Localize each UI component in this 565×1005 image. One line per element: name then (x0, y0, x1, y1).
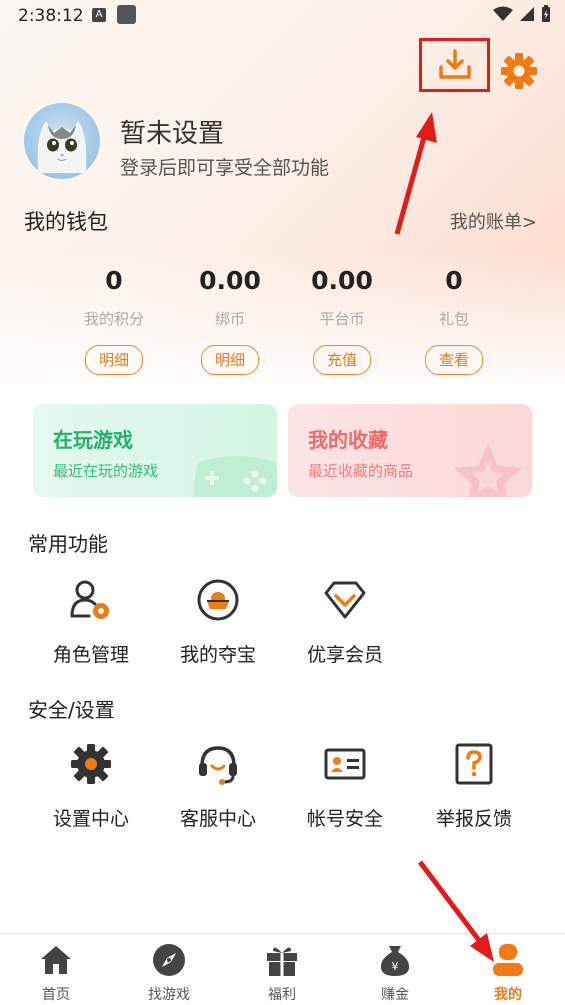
tab-welfare[interactable]: 福利 (242, 942, 322, 1004)
tab-label: 我的 (494, 987, 522, 1003)
gear-icon (71, 744, 111, 784)
security-settings-title: 安全/设置 (28, 698, 115, 722)
wallet-label: 礼包 (438, 310, 469, 328)
wallet-title: 我的钱包 (24, 210, 108, 234)
common-functions-title: 常用功能 (28, 532, 108, 556)
status-bar: 2:38:12 A (0, 0, 565, 32)
card-subtitle: 最近收藏的商品 (308, 462, 414, 480)
wifi-icon (493, 6, 513, 21)
star-icon (454, 444, 522, 497)
gift-view-button[interactable]: 查看 (425, 345, 483, 375)
wallet-value: 0 (445, 266, 463, 295)
item-label: 帐号安全 (306, 808, 383, 830)
points-detail-button[interactable]: 明细 (85, 345, 143, 375)
wallet-value: 0.00 (311, 266, 373, 295)
question-icon (455, 743, 493, 785)
favorites-card[interactable]: 我的收藏 最近收藏的商品 (288, 404, 532, 497)
playing-games-card[interactable]: 在玩游戏 最近在玩的游戏 (33, 404, 277, 497)
status-right (493, 5, 551, 23)
card-title: 我的收藏 (308, 428, 388, 452)
item-label: 优享会员 (306, 644, 383, 666)
wallet-label: 平台币 (319, 310, 365, 328)
tab-label: 福利 (268, 987, 296, 1003)
settings-center-item[interactable]: 设置中心 (36, 738, 146, 831)
headset-icon (199, 746, 237, 785)
keyboard-a-icon: A (92, 8, 106, 22)
wallet-value: 0 (105, 266, 123, 295)
bound-coin-detail-button[interactable]: 明细 (201, 345, 259, 375)
cat-avatar-icon (37, 121, 87, 173)
wallet-points: 0 我的积分 明细 (59, 266, 169, 375)
customer-service-item[interactable]: 客服中心 (163, 738, 273, 831)
tab-label: 首页 (42, 987, 70, 1003)
wallet-value: 0.00 (199, 266, 261, 295)
card-title: 在玩游戏 (53, 428, 133, 452)
my-treasure-item[interactable]: 我的夺宝 (163, 574, 273, 667)
profile-subtitle[interactable]: 登录后即可享受全部功能 (120, 153, 329, 180)
diamond-icon (324, 581, 366, 619)
user-icon (493, 944, 523, 976)
profile-name[interactable]: 暂未设置 (120, 113, 224, 150)
vip-member-item[interactable]: 优享会员 (290, 574, 400, 667)
item-label: 角色管理 (52, 644, 129, 666)
svg-text:¥: ¥ (392, 960, 399, 973)
download-button[interactable] (419, 38, 490, 92)
tab-home[interactable]: 首页 (16, 942, 96, 1004)
role-icon (70, 580, 109, 619)
wallet-gift: 0 礼包 查看 (399, 266, 509, 375)
wallet-label: 我的积分 (83, 310, 144, 328)
role-management-item[interactable]: 角色管理 (36, 574, 146, 667)
tab-label: 赚金 (381, 987, 409, 1003)
notification-square-icon (117, 5, 136, 24)
avatar[interactable] (24, 103, 100, 179)
report-feedback-item[interactable]: 举报反馈 (419, 738, 529, 831)
wallet-platform-coin: 0.00 平台币 充值 (287, 266, 397, 375)
home-icon (41, 946, 71, 974)
signal-icon (520, 7, 534, 21)
my-bill-link[interactable]: 我的账单> (450, 208, 537, 234)
tab-mine[interactable]: 我的 (468, 942, 548, 1004)
tab-find-games[interactable]: 找游戏 (129, 942, 209, 1004)
recharge-button[interactable]: 充值 (313, 345, 371, 375)
battery-icon (542, 5, 550, 22)
download-icon (438, 49, 471, 79)
wallet-label: 绑币 (214, 310, 245, 328)
treasure-icon (197, 579, 239, 621)
settings-gear-button[interactable] (500, 52, 538, 90)
card-subtitle: 最近在玩的游戏 (53, 462, 159, 480)
wallet-bound-coin: 0.00 绑币 明细 (175, 266, 285, 375)
compass-icon (153, 944, 185, 976)
item-label: 我的夺宝 (179, 644, 256, 666)
money-bag-icon: ¥ (380, 946, 410, 976)
status-time: 2:38:12 (18, 6, 84, 26)
tab-earn-gold[interactable]: ¥ 赚金 (355, 942, 435, 1004)
gamepad-icon (193, 456, 277, 497)
gift-icon (267, 947, 297, 976)
id-card-icon (324, 748, 366, 780)
item-label: 设置中心 (52, 808, 129, 830)
item-label: 举报反馈 (435, 808, 512, 830)
account-security-item[interactable]: 帐号安全 (290, 738, 400, 831)
tab-label: 找游戏 (148, 987, 190, 1003)
item-label: 客服中心 (179, 808, 256, 830)
bottom-tab-bar: 首页 找游戏 福利 ¥ 赚金 我的 (0, 933, 565, 1005)
